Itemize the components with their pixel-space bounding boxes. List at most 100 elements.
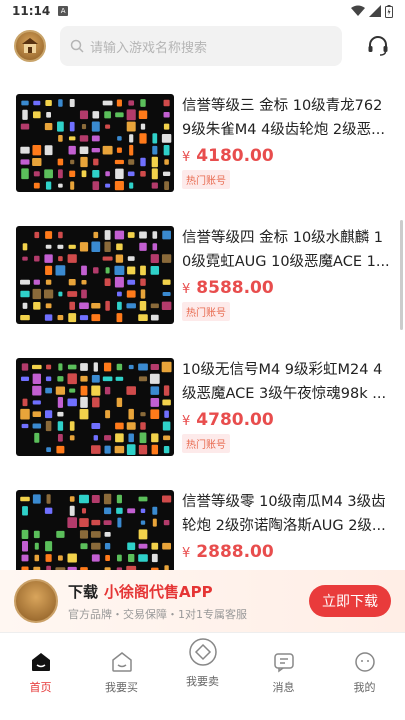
tab-sell[interactable]: 我要卖 — [168, 637, 238, 689]
inventory-item-swatch — [68, 279, 76, 286]
inventory-item-swatch — [129, 144, 134, 156]
inventory-item-swatch — [81, 265, 87, 276]
inventory-item-swatch — [162, 421, 171, 431]
tab-home[interactable]: 首页 — [6, 651, 76, 695]
inventory-item-swatch — [32, 423, 42, 429]
inventory-item-swatch — [81, 170, 87, 178]
inventory-item-swatch — [34, 542, 39, 550]
inventory-item-swatch — [56, 445, 65, 454]
inventory-item-swatch — [115, 168, 124, 180]
list-item[interactable]: 信誉等级三 金标 10级青龙7629级朱雀M4 4级齿轮炮 2级恶... ¥41… — [16, 94, 396, 194]
status-time: 11:14 — [12, 4, 51, 18]
inventory-item-swatch — [151, 168, 158, 180]
inventory-item-swatch — [117, 301, 122, 310]
signal-icon — [369, 5, 381, 17]
inventory-item-swatch — [127, 171, 135, 177]
inventory-item-swatch — [150, 314, 159, 321]
inventory-item-swatch — [140, 157, 146, 167]
inventory-item-swatch — [21, 554, 29, 562]
inventory-item-swatch — [91, 542, 101, 550]
inventory-item-swatch — [55, 386, 66, 395]
inventory-item-swatch — [127, 542, 136, 550]
inventory-item-swatch — [140, 520, 146, 525]
search-input[interactable]: 请输入游戏名称搜索 — [60, 26, 342, 66]
inventory-item-swatch — [69, 505, 75, 516]
currency-symbol: ¥ — [182, 414, 191, 429]
inventory-item-swatch — [91, 314, 101, 322]
inventory-item-swatch — [58, 134, 63, 142]
inventory-item-swatch — [116, 397, 123, 408]
inventory-item-swatch — [150, 254, 159, 264]
inventory-item-swatch — [140, 170, 146, 177]
inventory-item-swatch — [152, 243, 158, 251]
tab-label: 消息 — [272, 681, 295, 694]
inventory-item-swatch — [91, 423, 101, 429]
inventory-item-swatch — [45, 376, 52, 382]
inventory-item-swatch — [164, 181, 170, 190]
inventory-item-swatch — [128, 408, 134, 420]
tab-profile[interactable]: 我的 — [330, 651, 400, 695]
product-price: ¥4180.00 — [182, 146, 390, 166]
list-item[interactable]: 信誉等级四 金标 10级水麒麟 10级霓虹AUG 10级恶魔ACE 1... ¥… — [16, 226, 396, 326]
inventory-item-swatch — [91, 385, 101, 396]
inventory-item-swatch — [91, 519, 101, 526]
inventory-item-swatch — [93, 435, 98, 441]
inventory-item-swatch — [69, 301, 76, 310]
product-thumbnail — [16, 226, 174, 324]
inventory-item-swatch — [162, 399, 171, 406]
inventory-item-swatch — [58, 363, 63, 371]
customer-service-icon[interactable] — [365, 33, 391, 59]
inventory-item-swatch — [81, 124, 87, 130]
inventory-item-swatch — [70, 159, 75, 165]
inventory-item-swatch — [91, 494, 100, 504]
inventory-item-swatch — [91, 121, 100, 132]
list-item[interactable]: 10级无信号M4 9级彩虹M24 4级恶魔ACE 3级午夜惊魂98k ... ¥… — [16, 358, 396, 458]
inventory-item-swatch — [93, 362, 98, 372]
inventory-item-swatch — [102, 100, 113, 106]
inventory-item-swatch — [104, 532, 111, 537]
inventory-item-swatch — [150, 409, 160, 420]
inventory-item-swatch — [151, 444, 159, 455]
inventory-item-swatch — [161, 301, 172, 311]
header: 请输入游戏名称搜索 — [0, 22, 405, 70]
inventory-item-swatch — [21, 529, 29, 539]
promo-logo-icon — [14, 579, 58, 623]
scrollbar[interactable] — [400, 220, 403, 330]
inventory-item-swatch — [138, 376, 148, 382]
inventory-item-swatch — [126, 109, 136, 121]
inventory-item-swatch — [79, 409, 89, 420]
tab-label: 我的 — [353, 681, 376, 694]
tab-messages[interactable]: 消息 — [249, 651, 319, 695]
inventory-item-swatch — [114, 159, 124, 165]
inventory-item-swatch — [162, 171, 171, 176]
inventory-item-swatch — [139, 300, 147, 311]
promo-subtitle: 官方品牌・交易保障・1对1专属客服 — [68, 607, 247, 621]
inventory-item-swatch — [151, 542, 159, 550]
inventory-item-swatch — [33, 530, 40, 539]
inventory-item-swatch — [114, 445, 125, 454]
inventory-item-swatch — [104, 435, 112, 441]
inventory-item-swatch — [161, 134, 172, 143]
inventory-item-swatch — [103, 520, 112, 525]
download-now-button[interactable]: 立即下载 — [309, 585, 391, 617]
inventory-item-swatch — [128, 433, 134, 443]
inventory-item-swatch — [126, 290, 136, 298]
hot-account-badge: 热门账号 — [182, 170, 230, 189]
tab-buy[interactable]: 我要买 — [87, 651, 157, 695]
inventory-item-swatch — [44, 410, 53, 419]
inventory-item-swatch — [57, 411, 64, 417]
search-placeholder: 请输入游戏名称搜索 — [90, 40, 208, 56]
inventory-item-swatch — [91, 554, 100, 562]
app-logo-icon[interactable] — [14, 30, 46, 62]
inventory-item-swatch — [105, 300, 110, 311]
download-app-banner[interactable]: 下载 小徐阁代售APP 官方品牌・交易保障・1对1专属客服 立即下载 — [0, 570, 405, 632]
inventory-item-swatch — [44, 254, 53, 263]
inventory-item-swatch — [150, 386, 160, 395]
inventory-item-swatch — [69, 388, 76, 393]
inventory-item-swatch — [102, 145, 113, 155]
inventory-item-swatch — [21, 100, 29, 106]
inventory-item-swatch — [104, 230, 111, 240]
inventory-item-swatch — [127, 279, 136, 285]
tab-label: 首页 — [29, 681, 52, 694]
inventory-item-swatch — [45, 231, 53, 239]
